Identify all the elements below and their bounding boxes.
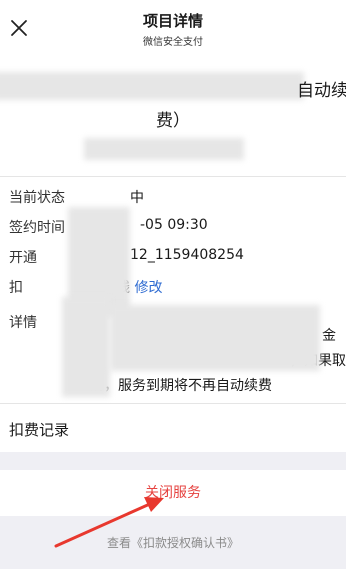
- redacted-title-block: [0, 72, 304, 100]
- redacted-block: [62, 297, 110, 397]
- view-agreement-link[interactable]: 查看《扣款授权确认书》: [0, 534, 346, 551]
- service-title-line2: 费）: [156, 111, 190, 131]
- open-value: 12_1159408254: [130, 247, 244, 263]
- page-subtitle: 微信安全支付: [143, 37, 203, 48]
- edit-pay-method-link[interactable]: 修改: [134, 280, 162, 296]
- billing-records-label: 扣费记录: [9, 421, 70, 439]
- sign-time-label: 签约时间: [9, 220, 65, 236]
- service-title-line1-tail: 自动续: [297, 81, 346, 101]
- page-title: 项目详情: [142, 12, 203, 30]
- redacted-block: [110, 305, 320, 371]
- detail-label: 详情: [9, 315, 37, 331]
- open-label: 开通: [9, 250, 37, 266]
- nav-bar: 项目详情 微信安全支付: [0, 0, 346, 58]
- service-header: 自动续 费）: [0, 58, 346, 176]
- close-service-button[interactable]: 关闭服务: [0, 470, 346, 516]
- info-section: 当前状态 中 签约时间 -05 09:30 开通 12_1159408254 扣…: [0, 177, 346, 403]
- redacted-subtitle-block: [84, 138, 244, 160]
- sign-time-value: -05 09:30: [140, 217, 208, 233]
- status-label: 当前状态: [9, 190, 65, 206]
- detail-line3: 消，服务到期将不再自动续费: [90, 378, 272, 394]
- pay-method-label: 扣: [9, 280, 23, 296]
- detail-line1-tail: 金: [322, 328, 336, 344]
- billing-records-row[interactable]: 扣费记录: [0, 404, 346, 452]
- status-value: 中: [130, 190, 144, 206]
